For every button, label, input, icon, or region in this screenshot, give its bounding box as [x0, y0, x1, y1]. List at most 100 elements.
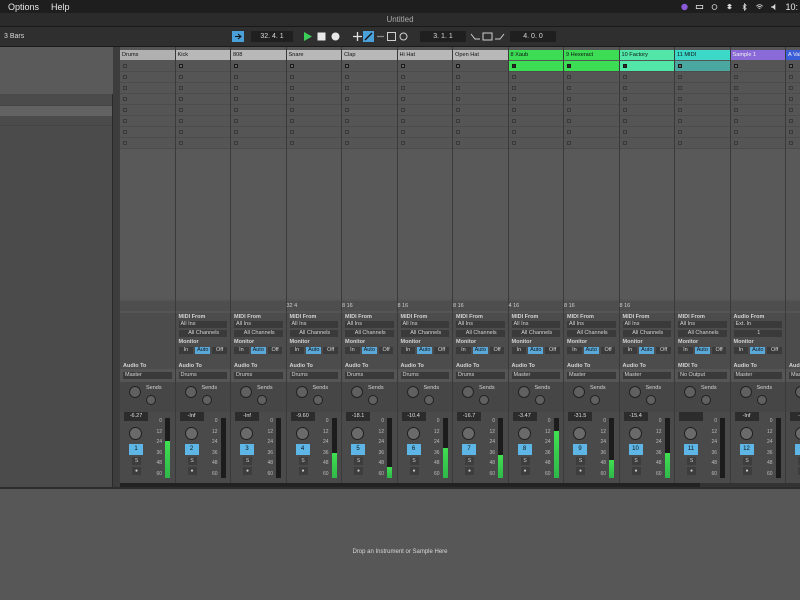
track-header[interactable]: Hi Hat	[397, 50, 452, 60]
input-source-select[interactable]: All Ins	[678, 321, 727, 328]
monitor-in[interactable]: In	[567, 347, 582, 354]
clip-slot[interactable]	[619, 94, 674, 105]
clip-stop-button-icon[interactable]	[400, 97, 405, 101]
play-icon[interactable]	[302, 31, 313, 42]
arm-button[interactable]: ●	[409, 467, 419, 475]
clip-stop-button-icon[interactable]	[234, 86, 238, 90]
track-header[interactable]: 808	[231, 50, 286, 60]
clip-stop-button-icon[interactable]	[345, 86, 349, 90]
clip-slot[interactable]	[675, 94, 730, 105]
monitor-in[interactable]: In	[400, 347, 416, 354]
output-select[interactable]: Master	[733, 372, 782, 379]
solo-button[interactable]: S	[687, 457, 696, 465]
send-b-knob[interactable]	[701, 395, 711, 405]
clip-slot[interactable]	[231, 72, 286, 83]
clip-slot[interactable]	[342, 83, 397, 94]
input-channel-select[interactable]: All Channels	[400, 330, 449, 337]
pan-knob[interactable]	[684, 427, 697, 440]
solo-button[interactable]: S	[354, 457, 363, 465]
clip-slot[interactable]	[175, 83, 230, 94]
clip-stop-button-icon[interactable]	[178, 97, 183, 101]
output-select[interactable]: Drums	[345, 372, 394, 379]
monitor-in[interactable]: In	[456, 347, 471, 354]
monitor-switch[interactable]: In Auto Off	[289, 347, 339, 354]
clip-slot[interactable]	[286, 138, 341, 149]
clip-stop-button-icon[interactable]	[622, 119, 627, 123]
clip-slot[interactable]	[564, 116, 619, 127]
clip-stop-button-icon[interactable]	[234, 130, 238, 134]
clip-slot[interactable]	[564, 94, 619, 105]
clip-slot[interactable]	[231, 116, 286, 127]
input-source-select[interactable]: All Ins	[289, 321, 338, 328]
clip-slot[interactable]	[453, 72, 508, 83]
output-select[interactable]: Drums	[289, 372, 338, 379]
monitor-switch[interactable]: In Auto Off	[678, 347, 727, 354]
empty-slot-area[interactable]	[619, 149, 674, 299]
clip-stop-button-icon[interactable]	[345, 75, 349, 79]
clip-stop-button-icon[interactable]	[400, 108, 405, 112]
clip-slot[interactable]	[231, 83, 286, 94]
clip-slot[interactable]	[120, 72, 175, 83]
clip-slot[interactable]	[120, 127, 175, 138]
solo-button[interactable]: S	[576, 457, 585, 465]
send-a-knob[interactable]	[295, 386, 308, 398]
clip-slot[interactable]	[175, 105, 230, 116]
track-activator-button[interactable]: 2	[184, 444, 199, 455]
clip-stop-button-icon[interactable]	[123, 130, 127, 134]
pan-knob[interactable]	[406, 427, 420, 440]
clip-stop-button-icon[interactable]	[622, 141, 627, 145]
clip-stop-button-icon[interactable]	[400, 75, 405, 79]
clip-slot[interactable]	[675, 127, 730, 138]
monitor-in[interactable]: In	[289, 347, 305, 354]
follow-icon[interactable]	[232, 31, 244, 42]
clip-slot[interactable]	[231, 105, 286, 116]
send-b-knob[interactable]	[257, 395, 267, 405]
clip-stop-button-icon[interactable]	[456, 108, 460, 112]
clip-slot[interactable]	[342, 61, 397, 72]
clip-stop-button-icon[interactable]	[511, 108, 516, 112]
clip-slot[interactable]	[619, 105, 674, 116]
clip-stop-button-icon[interactable]	[289, 86, 294, 90]
monitor-auto[interactable]: Auto	[750, 347, 766, 354]
clip-slot[interactable]	[175, 72, 230, 83]
capture-icon[interactable]	[398, 31, 409, 42]
clip-stop-button-icon[interactable]	[178, 86, 183, 90]
clip-stop-button-icon[interactable]	[400, 64, 405, 68]
clip-slot[interactable]	[619, 61, 674, 72]
monitor-auto[interactable]: Auto	[694, 347, 710, 354]
clip-slot[interactable]	[231, 61, 286, 72]
clip-stop-button-icon[interactable]	[511, 86, 516, 90]
clip-slot[interactable]	[786, 72, 800, 83]
pan-knob[interactable]	[295, 427, 309, 440]
clip-slot[interactable]	[730, 72, 785, 83]
clip-stop-button-icon[interactable]	[678, 108, 682, 112]
record-icon[interactable]	[330, 31, 341, 42]
volume-value[interactable]: -Inf	[235, 412, 259, 421]
pan-knob[interactable]	[240, 427, 253, 440]
empty-slot-area[interactable]	[508, 149, 563, 299]
pan-knob[interactable]	[129, 427, 142, 440]
empty-slot-area[interactable]	[397, 149, 452, 299]
clip-stop-button-icon[interactable]	[789, 108, 793, 112]
clip-slot[interactable]	[508, 72, 563, 83]
track-header[interactable]: 8 Xaub	[508, 50, 563, 60]
clip-stop-button-icon[interactable]	[733, 97, 738, 101]
track-header[interactable]: Drums	[120, 50, 175, 60]
clip-slot[interactable]	[730, 61, 785, 72]
track-activator-button[interactable]: 5	[351, 444, 365, 455]
clip-stop-button-icon[interactable]	[456, 97, 460, 101]
send-b-knob[interactable]	[146, 395, 156, 405]
clip-stop-button-icon[interactable]	[289, 64, 294, 68]
clip-stop-button-icon[interactable]	[456, 141, 460, 145]
output-select[interactable]: Master	[567, 372, 616, 379]
volume-value[interactable]: -6.27	[124, 412, 148, 421]
clip-stop-button-icon[interactable]	[789, 86, 793, 90]
pan-knob[interactable]	[739, 427, 753, 440]
clip-stop-button-icon[interactable]	[511, 75, 516, 79]
send-b-knob[interactable]	[590, 395, 600, 405]
clip-stop-button-icon[interactable]	[733, 130, 738, 134]
send-a-knob[interactable]	[184, 386, 197, 398]
clip-slot[interactable]	[175, 116, 230, 127]
clip-stop-button-icon[interactable]	[289, 108, 294, 112]
monitor-auto[interactable]: Auto	[528, 347, 544, 354]
